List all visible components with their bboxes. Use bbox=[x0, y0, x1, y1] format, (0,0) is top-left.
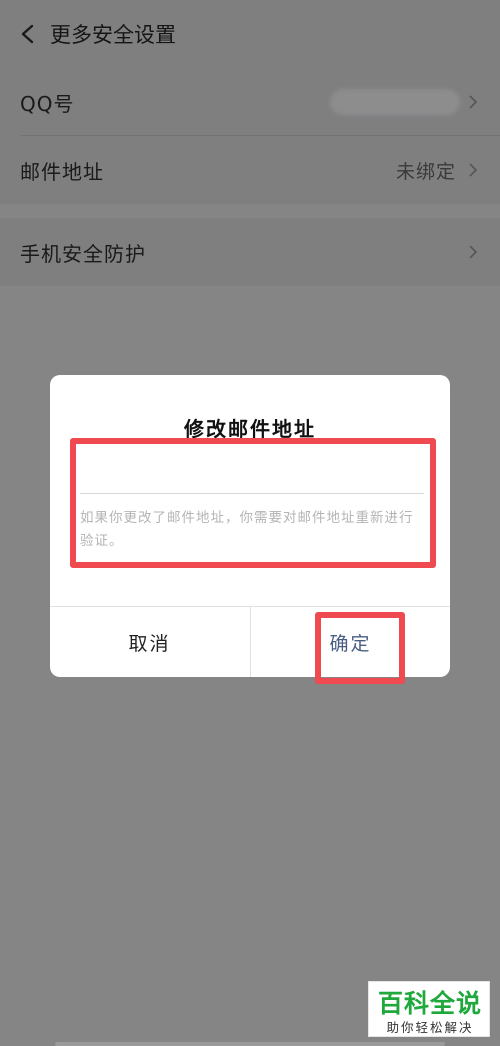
email-input[interactable] bbox=[80, 451, 424, 494]
email-status-value: 未绑定 bbox=[395, 160, 456, 183]
page-title: 更多安全设置 bbox=[50, 23, 176, 47]
settings-group-phone: 手机安全防护 bbox=[0, 218, 500, 286]
top-navigation-bar: 更多安全设置 bbox=[0, 0, 500, 68]
chevron-right-icon bbox=[469, 245, 478, 259]
chevron-right-icon bbox=[469, 95, 478, 109]
cancel-button[interactable]: 取消 bbox=[50, 607, 249, 677]
dialog-hint-text: 如果你更改了邮件地址，你需要对邮件地址重新进行验证。 bbox=[80, 510, 414, 549]
bottom-gesture-bar bbox=[55, 1042, 445, 1046]
qq-number-blurred bbox=[330, 89, 460, 115]
back-chevron-icon[interactable] bbox=[18, 24, 38, 44]
confirm-button[interactable]: 确定 bbox=[251, 607, 450, 677]
settings-group-account: QQ号 邮件地址 未绑定 bbox=[0, 68, 500, 204]
settings-row-qq[interactable]: QQ号 bbox=[0, 68, 500, 136]
settings-row-phone-protection[interactable]: 手机安全防护 bbox=[0, 218, 500, 286]
qq-label: QQ号 bbox=[20, 91, 75, 116]
watermark-subtitle: 助你轻松解决 bbox=[386, 1020, 474, 1035]
chevron-right-icon bbox=[469, 163, 478, 177]
phone-protection-label: 手机安全防护 bbox=[20, 241, 146, 266]
watermark-logo: 百科全说 助你轻松解决 bbox=[368, 981, 490, 1037]
edit-email-dialog: 修改邮件地址 如果你更改了邮件地址，你需要对邮件地址重新进行验证。 取消 确定 bbox=[50, 375, 450, 677]
settings-row-email[interactable]: 邮件地址 未绑定 bbox=[0, 136, 500, 204]
watermark-title: 百科全说 bbox=[377, 989, 482, 1018]
dialog-title: 修改邮件地址 bbox=[184, 417, 316, 441]
email-label: 邮件地址 bbox=[20, 159, 104, 184]
